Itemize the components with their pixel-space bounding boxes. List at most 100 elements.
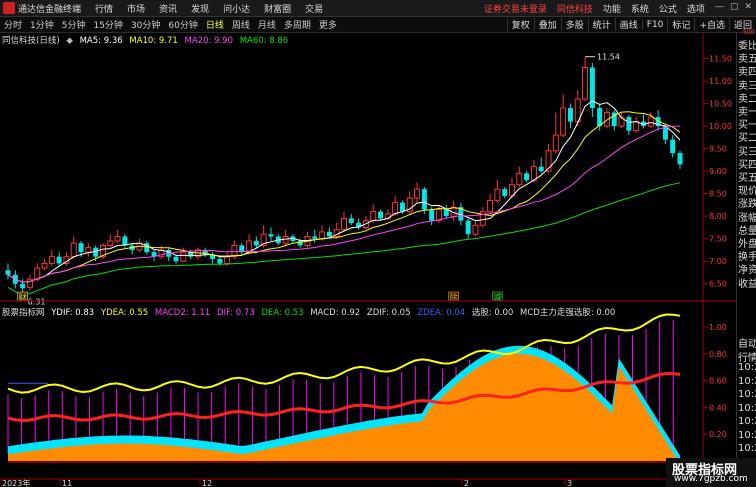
candle-body-down <box>173 256 179 262</box>
price-legend: 同信科技(日线) ◆ MA5: 9.36 MA10: 9.71 MA20: 9.… <box>2 34 292 46</box>
tab-weekly[interactable]: 周线 <box>232 18 250 31</box>
candle-body-down <box>56 256 62 264</box>
candle-body-down <box>567 108 573 122</box>
tab-fenshi[interactable]: 分时 <box>4 18 22 31</box>
candle-body-up <box>414 188 421 199</box>
chart-area[interactable]: 11.50 11.00 10.50 10.00 9.50 9.00 8.50 8.00 7.50… <box>0 33 736 487</box>
tick-time-label: 10:2 <box>738 402 756 414</box>
tab-1min[interactable]: 1分钟 <box>30 18 54 31</box>
ind-axis-label: 0.60 <box>709 377 727 386</box>
candle-body-down <box>670 139 676 154</box>
menu-item-caifuquan[interactable]: 财富圈 <box>264 2 291 15</box>
ma5-value: MA5: 9.36 <box>79 36 123 46</box>
mcd-value: MCD主力走强选股: 0.00 <box>520 308 616 318</box>
date-axis-label: 11 <box>62 479 72 487</box>
menu-item-gongshi[interactable]: 公式 <box>659 2 677 15</box>
candle-body-up <box>633 121 640 132</box>
menu-item-shichang[interactable]: 市场 <box>127 2 145 15</box>
ma20-line <box>7 125 681 283</box>
menu-item-gongneng[interactable]: 功能 <box>603 2 621 15</box>
trade-login-alert[interactable]: 证券交易未登录 <box>484 2 547 15</box>
tick-time-label: 10:2 <box>738 416 756 427</box>
candle-body-up <box>494 188 501 201</box>
tab-5min[interactable]: 5分钟 <box>62 18 86 31</box>
tab-60min[interactable]: 60分钟 <box>168 18 197 31</box>
candle-body-down <box>5 270 11 275</box>
tick-time-label: 10:2 <box>738 429 756 441</box>
low-price-label: 6.31 <box>28 297 46 306</box>
ma60-line <box>7 182 681 296</box>
candle-body-up <box>70 242 77 258</box>
tab-30min[interactable]: 30分钟 <box>131 18 160 31</box>
menu-item-xuanxiang[interactable]: 选项 <box>687 2 705 15</box>
add-watchlist-button[interactable]: +自选 <box>694 18 729 31</box>
menu-item-xitong[interactable]: 系统 <box>631 2 649 15</box>
price-axis-label: 9.00 <box>709 167 727 176</box>
side-quote-label: 收益 <box>738 278 756 290</box>
close-icon[interactable]: ✕ <box>744 2 752 15</box>
price-axis-label: 7.00 <box>709 257 727 266</box>
candle-body-up <box>516 172 523 186</box>
zdea-value: ZDEA: 0.04 <box>417 308 466 318</box>
tab-monthly[interactable]: 月线 <box>258 18 276 31</box>
candle-body-up <box>319 231 326 240</box>
draw-line-button[interactable]: 画线 <box>614 18 642 31</box>
candle-body-up <box>487 199 494 213</box>
candle-body-down <box>524 173 530 181</box>
candle-body-up <box>48 256 55 264</box>
overlay-button[interactable]: 叠加 <box>533 18 561 31</box>
candle-body-up <box>370 211 377 222</box>
menu-item-wenxiaoda[interactable]: 问小达 <box>223 2 250 15</box>
candle-body-up <box>552 134 559 152</box>
candle-body-down <box>253 240 259 246</box>
tab-daily[interactable]: 日线 <box>206 18 224 31</box>
indicator-name[interactable]: 股票指标网 <box>2 308 45 318</box>
candle-body-down <box>312 236 318 239</box>
menu-item-hangqing[interactable]: 行情 <box>95 2 113 15</box>
maximize-icon[interactable]: ▢ <box>730 2 739 15</box>
candle-body-up <box>224 256 231 264</box>
menu-right: 证券交易未登录 同信科技 功能 系统 公式 选项 — ▢ ✕ <box>484 2 756 15</box>
candle-body-down <box>348 218 354 223</box>
mark-button[interactable]: 标记 <box>667 18 694 31</box>
menu-item-zixun[interactable]: 资讯 <box>159 2 177 15</box>
candle-body-down <box>122 236 128 246</box>
ind-axis-label: 0.20 <box>709 430 727 439</box>
date-axis-label: 3 <box>567 479 572 487</box>
tab-multi-period[interactable]: 多周期 <box>284 18 311 31</box>
app-logo-icon <box>3 2 15 14</box>
price-axis-label: 7.50 <box>709 235 727 244</box>
settings-icon[interactable]: ◆ <box>66 36 73 46</box>
price-axis-label: 11.50 <box>709 55 732 64</box>
broker-name[interactable]: 同信科技 <box>557 2 593 15</box>
fuquan-button[interactable]: 复权 <box>506 18 534 31</box>
period-toolbar: 分时 1分钟 5分钟 15分钟 30分钟 60分钟 日线 周线 月线 多周期 更… <box>0 17 756 33</box>
watermark-url: www.7gpzb.com <box>674 474 748 484</box>
high-price-label: 11.54 <box>597 53 620 62</box>
multi-stock-button[interactable]: 多股 <box>560 18 588 31</box>
tick-time-label: 10:2 <box>738 362 756 373</box>
window-controls: — ▢ ✕ <box>715 2 752 15</box>
f10-button[interactable]: F10 <box>641 19 668 30</box>
ind-axis-label: 1.00 <box>709 323 727 332</box>
ma20-value: MA20: 9.90 <box>184 36 233 46</box>
candle-body-up <box>34 267 41 280</box>
app-title: 通达信金融终端 <box>18 4 82 15</box>
menu-item-faxian[interactable]: 发现 <box>191 2 209 15</box>
stats-button[interactable]: 统计 <box>587 18 615 31</box>
ydea-value: YDEA: 0.55 <box>100 308 149 318</box>
tab-more[interactable]: 更多 <box>319 18 337 31</box>
minimize-icon[interactable]: — <box>715 2 724 15</box>
candle-body-up <box>107 240 114 246</box>
zdif-value: ZDIF: 0.05 <box>366 308 411 318</box>
candle-body-down <box>326 231 332 237</box>
price-axis-label: 8.50 <box>709 190 727 199</box>
candle-body-down <box>538 166 544 172</box>
price-axis-label: 8.00 <box>709 212 727 221</box>
menu-item-jiaoyi[interactable]: 交易 <box>305 2 323 15</box>
tick-time-label: 10:2 <box>738 443 756 454</box>
ma10-line <box>7 111 681 283</box>
tab-15min[interactable]: 15分钟 <box>93 18 122 31</box>
ma60-value: MA60: 8.86 <box>239 36 289 46</box>
candle-body-up <box>85 247 92 253</box>
